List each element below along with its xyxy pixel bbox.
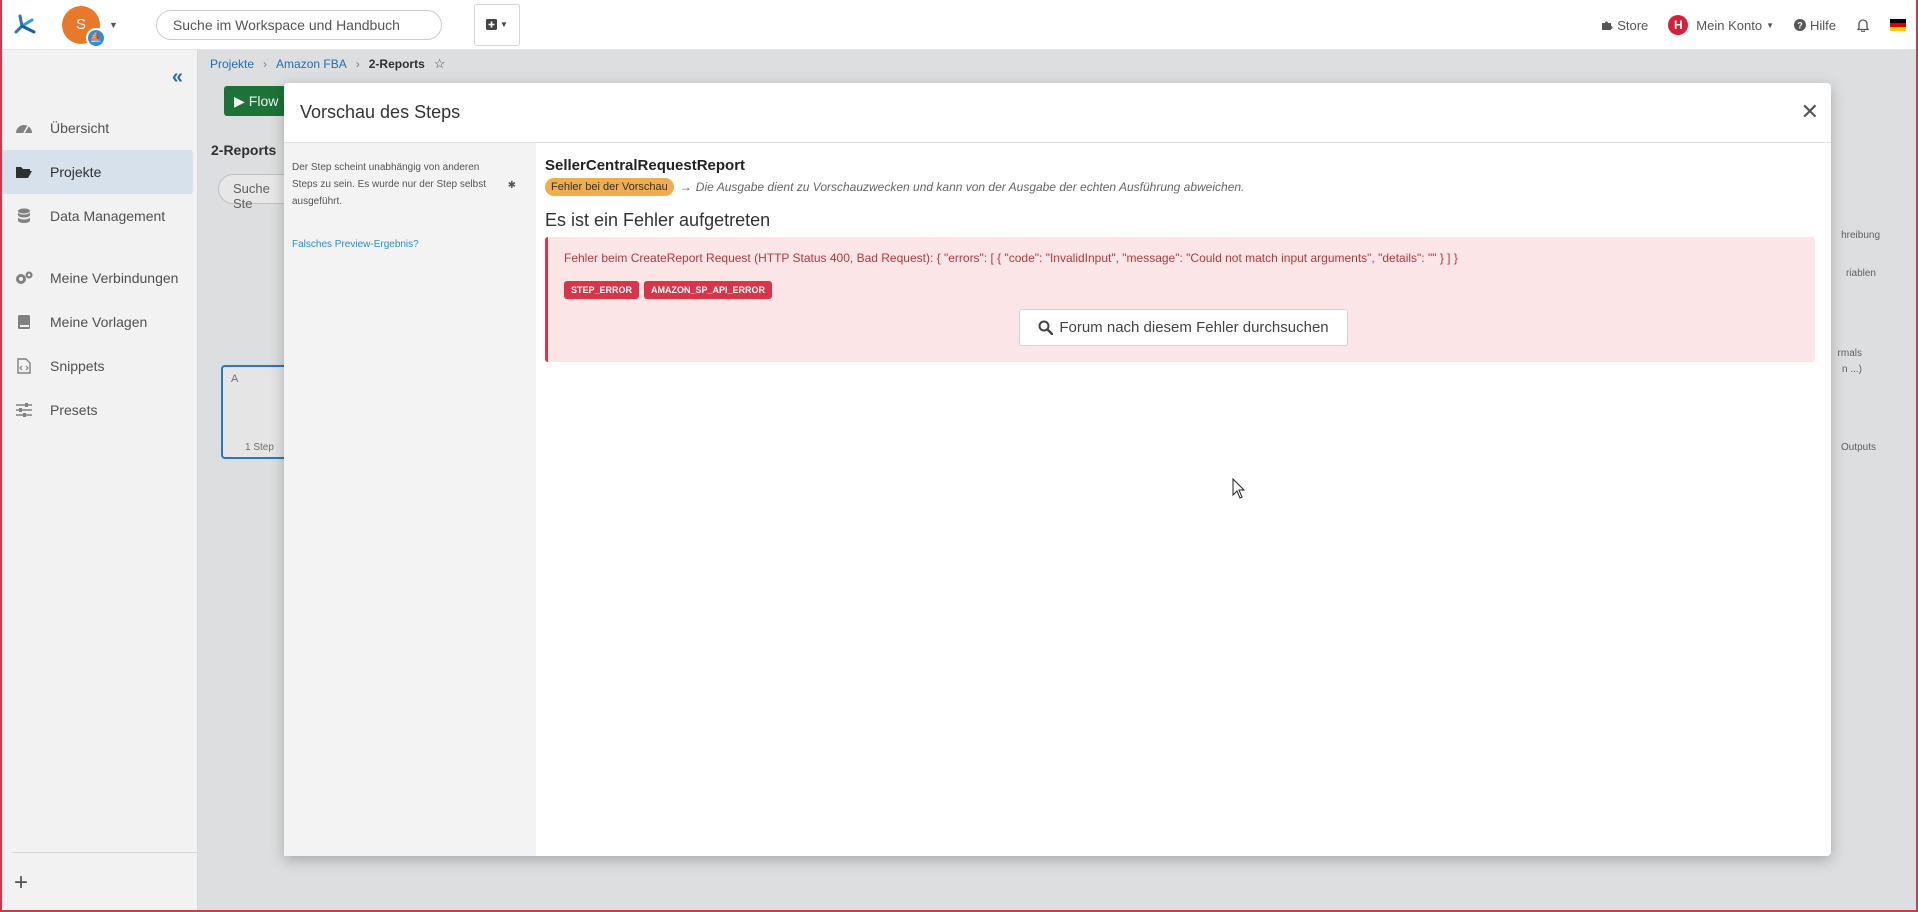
close-icon[interactable]: ✕	[1801, 101, 1819, 123]
modal-header: Vorschau des Steps	[284, 83, 1831, 143]
search-forum-button[interactable]: Forum nach diesem Fehler durchsuchen	[1019, 309, 1348, 346]
logo-icon	[14, 14, 36, 33]
search-icon	[1038, 320, 1054, 335]
chevron-down-icon: ▼	[499, 20, 508, 29]
error-alert: Fehler beim CreateReport Request (HTTP S…	[545, 237, 1815, 362]
puzzle-icon	[1602, 21, 1613, 30]
wrong-preview-link[interactable]: Falsches Preview-Ergebnis?	[292, 236, 528, 253]
add-button[interactable]: ▼	[473, 3, 520, 46]
preview-note: Die Ausgabe dient zu Vorschauzwecken und…	[695, 180, 1245, 194]
error-heading: Es ist ein Fehler aufgetreten	[545, 210, 771, 230]
svg-text:?: ?	[1797, 21, 1803, 31]
preview-status: Fehler bei der Vorschau → Die Ausgabe di…	[545, 178, 1815, 196]
store-label: Store	[1617, 17, 1649, 33]
preview-sidebar: Der Step scheint unabhängig von anderen …	[284, 143, 536, 856]
search-input[interactable]	[155, 9, 442, 40]
status-badge: Fehler bei der Vorschau	[545, 178, 674, 196]
team-icon: ⛵	[86, 27, 106, 48]
error-code-badges: STEP_ERROR AMAZON_SP_API_ERROR	[564, 281, 1799, 299]
app-logo[interactable]	[0, 0, 50, 50]
account-label: Mein Konto	[1696, 17, 1763, 33]
bell-icon	[1856, 19, 1870, 32]
search-forum-label: Forum nach diesem Fehler durchsuchen	[1059, 319, 1329, 336]
modal-title: Vorschau des Steps	[300, 102, 461, 122]
step-preview-modal: Vorschau des Steps ✕ Der Step scheint un…	[284, 83, 1831, 856]
question-circle-icon: ?	[1793, 19, 1806, 31]
account-avatar: H	[1668, 15, 1689, 35]
plus-square-icon	[485, 19, 497, 30]
account-menu[interactable]: H Mein Konto ▼	[1668, 15, 1774, 35]
error-code-badge: STEP_ERROR	[564, 281, 640, 299]
bug-icon: ✱	[507, 180, 516, 191]
caret-down-icon: ▼	[1766, 20, 1774, 30]
step-name: SellerCentralRequestReport	[545, 157, 746, 174]
error-message: Fehler beim CreateReport Request (HTTP S…	[564, 251, 1458, 265]
language-flag-icon[interactable]	[1890, 19, 1906, 31]
chevron-down-icon: ▼	[109, 19, 118, 30]
top-bar: S ⛵ ▼ ▼ Store H Mein Konto ▼ ? Hilfe	[0, 0, 1918, 50]
notifications-button[interactable]	[1856, 18, 1870, 32]
independent-step-hint: Der Step scheint unabhängig von anderen …	[292, 162, 486, 207]
arrow-right-icon: →	[679, 180, 692, 194]
help-link[interactable]: ? Hilfe	[1793, 17, 1836, 33]
mouse-cursor-icon	[1232, 478, 1246, 499]
workspace-switcher[interactable]: S ⛵ ▼	[62, 5, 118, 48]
preview-content: SellerCentralRequestReport Fehler bei de…	[536, 143, 1831, 856]
help-label: Hilfe	[1809, 17, 1836, 33]
store-link[interactable]: Store	[1601, 18, 1648, 33]
error-code-badge: AMAZON_SP_API_ERROR	[644, 281, 773, 299]
